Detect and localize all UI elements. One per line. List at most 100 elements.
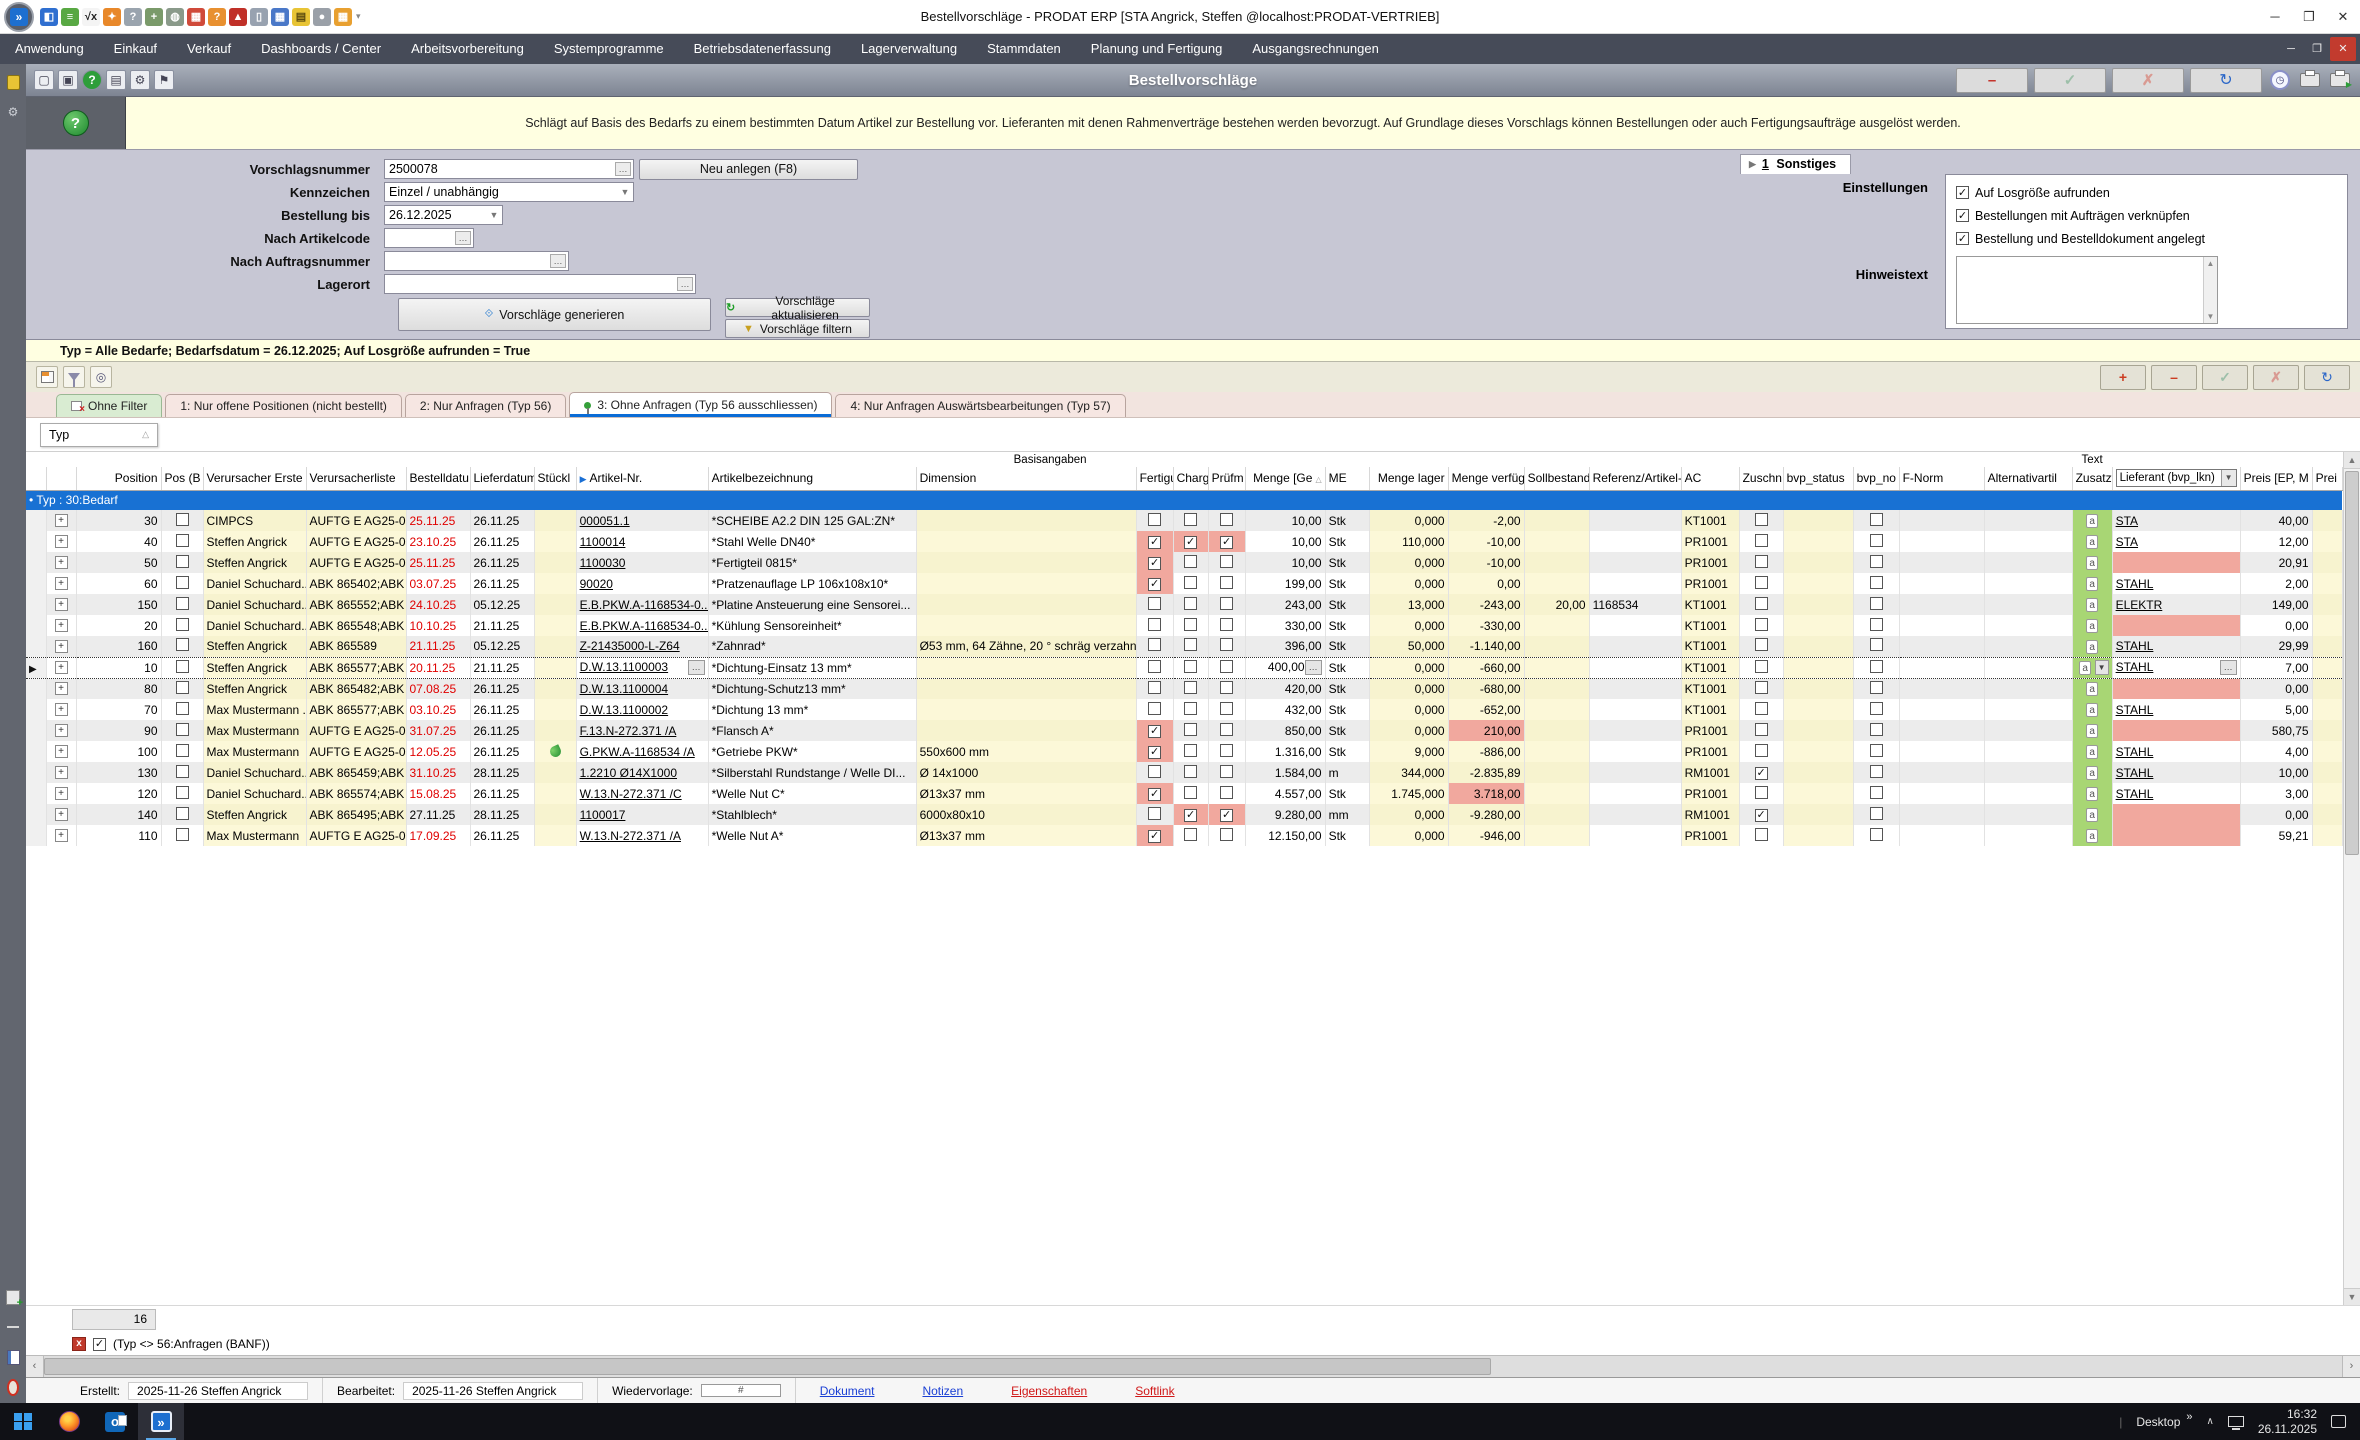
cell-checkbox-p[interactable]	[1220, 617, 1234, 631]
zusatztext-document-icon[interactable]: a	[2086, 577, 2099, 591]
cell-checkbox-f[interactable]	[1148, 512, 1162, 526]
help-tile[interactable]: ?	[26, 97, 126, 149]
artikel-link[interactable]: 1100017	[580, 808, 626, 822]
cell-checkbox-zu[interactable]	[1754, 722, 1768, 736]
cell-checkbox-pos_b[interactable]	[175, 785, 189, 799]
filter-tab-4[interactable]: 4: Nur Anfragen Auswärtsbearbeitungen (T…	[835, 394, 1126, 417]
col-header-ac[interactable]: AC	[1681, 467, 1740, 491]
col-header-bvpn[interactable]: bvp_no	[1853, 467, 1900, 491]
menu-item-systemprogramme[interactable]: Systemprogramme	[539, 34, 679, 64]
menu-item-anwendung[interactable]: Anwendung	[0, 34, 99, 64]
col-header-position[interactable]: Position	[76, 467, 162, 491]
help-tool-icon[interactable]: ?	[208, 7, 226, 26]
col-header-lager[interactable]: Menge lager	[1369, 467, 1449, 491]
table-row[interactable]: +50 Steffen Angrick AUFTG E AG25-00...25.1…	[26, 552, 2343, 573]
cell-checkbox-pos_b[interactable]	[175, 596, 189, 610]
lieferant-link[interactable]: STAHL	[2116, 745, 2154, 759]
cell-checkbox-p[interactable]	[1220, 554, 1234, 568]
col-header-verf[interactable]: Menge verfüg	[1448, 467, 1525, 491]
lieferant-header-box[interactable]: Lieferant (bvp_lkn) ▼	[2115, 469, 2237, 488]
zusatztext-document-icon[interactable]: a	[2086, 808, 2099, 822]
lagerort-lookup-icon[interactable]: …	[677, 277, 693, 291]
table-row[interactable]: +40 Steffen Angrick AUFTG E AG25-00...23.1…	[26, 531, 2343, 552]
new-window-icon[interactable]: ▢	[34, 70, 54, 90]
prodat-taskbar-icon[interactable]: »	[138, 1403, 184, 1440]
artikel-link[interactable]: 90020	[580, 577, 613, 591]
artikel-link[interactable]: 000051.1	[580, 514, 630, 528]
cell-checkbox-f[interactable]	[1148, 806, 1162, 820]
cell-checkbox-pos_b[interactable]	[175, 533, 189, 547]
row-expand-button[interactable]: +	[54, 787, 68, 800]
cell-checkbox-pos_b[interactable]	[175, 806, 189, 820]
cell-checkbox-f[interactable]	[1148, 535, 1162, 549]
cell-checkbox-p[interactable]	[1220, 722, 1234, 736]
col-header-liste[interactable]: Verursacherliste	[306, 467, 407, 491]
col-header-bestell[interactable]: Bestelldatu	[406, 467, 471, 491]
cell-checkbox-zu[interactable]	[1754, 554, 1768, 568]
col-header-fnorm[interactable]: F-Norm	[1899, 467, 1985, 491]
cell-checkbox-p[interactable]	[1220, 680, 1234, 694]
cell-checkbox-pos_b[interactable]	[175, 638, 189, 652]
row-expand-button[interactable]: +	[54, 724, 68, 737]
horizontal-scrollbar[interactable]: ‹ ›	[26, 1355, 2360, 1377]
cell-checkbox-c[interactable]	[1184, 722, 1198, 736]
cell-checkbox-c[interactable]	[1184, 808, 1198, 822]
clipboard-icon[interactable]: ▤	[106, 70, 126, 90]
table-row[interactable]: +140 Steffen Angrick ABK 865495;ABK 8...27…	[26, 804, 2343, 825]
col-header-c[interactable]: Charg	[1173, 467, 1209, 491]
cell-checkbox-zu[interactable]	[1754, 766, 1768, 780]
kennzeichen-value[interactable]	[385, 185, 617, 199]
col-header-artikel[interactable]: ▶ Artikel-Nr.	[576, 467, 709, 491]
col-header-me[interactable]: ME	[1325, 467, 1370, 491]
cell-checkbox-f[interactable]	[1148, 556, 1162, 570]
cell-checkbox-c[interactable]	[1184, 680, 1198, 694]
cell-checkbox-p[interactable]	[1220, 827, 1234, 841]
table-edit-icon[interactable]: ▦	[187, 7, 205, 26]
filter-tab-1[interactable]: 1: Nur offene Positionen (nicht bestellt…	[165, 394, 402, 417]
setting-checkbox-2[interactable]	[1956, 232, 1969, 245]
cell-checkbox-pos_b[interactable]	[175, 554, 189, 568]
cell-checkbox-f[interactable]	[1148, 724, 1162, 738]
cell-checkbox-bvpn[interactable]	[1869, 701, 1883, 715]
vorschlagsnummer-field[interactable]: …	[384, 159, 634, 179]
minimize-button[interactable]: ─	[2258, 2, 2292, 32]
lieferant-link[interactable]: STAHL	[2116, 577, 2154, 591]
row-expand-button[interactable]: +	[54, 661, 68, 674]
search-binoculars-icon[interactable]: ◎	[90, 366, 112, 388]
cell-checkbox-bvpn[interactable]	[1869, 806, 1883, 820]
auftragsnummer-lookup-icon[interactable]: …	[550, 254, 566, 268]
cell-checkbox-bvpn[interactable]	[1869, 596, 1883, 610]
lieferant-link[interactable]: STAHL	[2116, 660, 2154, 674]
scroll-up-icon[interactable]: ▲	[2344, 452, 2360, 469]
link-eigenschaften[interactable]: Eigenschaften	[987, 1384, 1111, 1398]
cell-checkbox-bvpn[interactable]	[1869, 575, 1883, 589]
cell-checkbox-c[interactable]	[1184, 617, 1198, 631]
lieferant-lookup-button[interactable]: …	[2219, 660, 2237, 675]
artikel-link[interactable]: G.PKW.A-1168534 /A	[580, 745, 695, 759]
link-softlink[interactable]: Softlink	[1111, 1384, 1198, 1398]
auftragsnummer-input[interactable]	[385, 254, 550, 268]
row-expand-button[interactable]: +	[54, 639, 68, 653]
cell-checkbox-zu[interactable]	[1754, 512, 1768, 526]
bookmark-search-icon[interactable]: ⚑	[154, 70, 174, 90]
row-expand-button[interactable]: +	[54, 556, 68, 569]
zusatztext-document-icon[interactable]: a	[2086, 639, 2099, 654]
panel-view-icon[interactable]	[5, 1349, 21, 1365]
row-expand-button[interactable]: +	[54, 829, 68, 842]
col-header-zus[interactable]: Zusatzte	[2072, 467, 2113, 491]
taskbar-overflow-icon[interactable]: »	[2186, 1411, 2192, 1423]
col-header-expand[interactable]	[46, 467, 77, 491]
col-header-prei2[interactable]: Prei	[2312, 467, 2343, 491]
col-header-menge[interactable]: Menge [Ge △	[1245, 467, 1326, 491]
col-header-liefer[interactable]: Lieferdatum	[470, 467, 535, 491]
notification-center-icon[interactable]	[2331, 1415, 2346, 1428]
settings-gear-icon[interactable]: ⚙	[130, 70, 150, 90]
cell-checkbox-c[interactable]	[1184, 764, 1198, 778]
zusatztext-document-icon[interactable]: a	[2086, 535, 2099, 549]
zusatztext-document-icon[interactable]: a	[2086, 766, 2099, 780]
neu-anlegen-button[interactable]: Neu anlegen (F8)	[639, 158, 858, 180]
table-row[interactable]: +120 Daniel Schuchard...ABK 865574;ABK 8.…	[26, 783, 2343, 804]
vertical-scrollbar[interactable]: ▲ ▼	[2343, 452, 2360, 1305]
table-row[interactable]: +70 Max Mustermann ...ABK 865577;ABK 8...…	[26, 699, 2343, 720]
mdi-close-button[interactable]: ✕	[2330, 37, 2356, 61]
